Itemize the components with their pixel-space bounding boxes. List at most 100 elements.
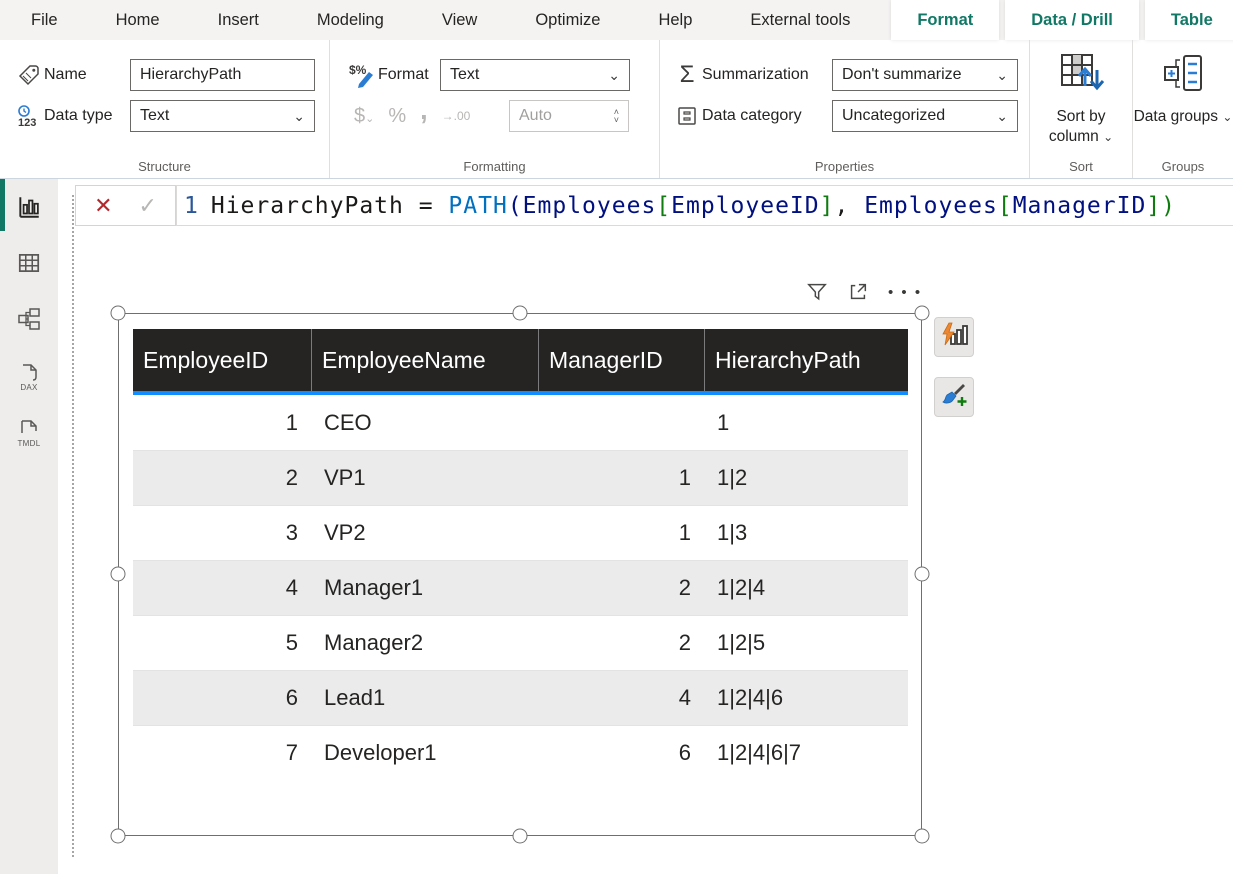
focus-mode-icon[interactable]: [847, 281, 869, 303]
sidebar-item-tmdl-view[interactable]: TMDL: [0, 405, 58, 461]
name-input-value: HierarchyPath: [140, 66, 241, 84]
summarization-dropdown[interactable]: Don't summarize ⌄: [832, 59, 1018, 91]
menu-tab-insert[interactable]: Insert: [195, 0, 282, 40]
chevron-down-icon: ⌄: [1222, 110, 1232, 124]
menu-tab-table[interactable]: Table: [1145, 0, 1233, 40]
formula-token: =: [404, 193, 449, 219]
column-header-managerid[interactable]: ManagerID: [538, 329, 704, 391]
formula-token: ]: [1146, 193, 1161, 219]
sidebar-item-model-view[interactable]: [0, 293, 58, 349]
canvas-boundary: [72, 195, 74, 857]
sort-by-column-button[interactable]: Sort by column ⌄: [1030, 40, 1132, 147]
table-cell: CEO: [311, 410, 538, 436]
table-cell: 1: [538, 520, 704, 546]
table-row[interactable]: 5Manager221|2|5: [133, 615, 908, 670]
analyze-button[interactable]: [934, 317, 974, 357]
data-category-dropdown[interactable]: Uncategorized ⌄: [832, 100, 1018, 132]
table-cell: 4: [538, 685, 704, 711]
spinner-arrows[interactable]: ˄˅: [614, 108, 619, 124]
menu-tab-data-drill[interactable]: Data / Drill: [1005, 0, 1139, 40]
resize-handle-middle-left[interactable]: [111, 567, 126, 582]
name-input[interactable]: HierarchyPath: [130, 59, 315, 91]
table-cell: VP1: [311, 465, 538, 491]
cancel-formula-button[interactable]: ✕: [94, 193, 112, 219]
formula-input[interactable]: 1 HierarchyPath = PATH(Employees[Employe…: [176, 185, 1233, 226]
format-icon: $%: [348, 62, 378, 88]
table-cell: 6: [538, 740, 704, 766]
sidebar-item-report-view[interactable]: [0, 181, 58, 237]
chevron-down-icon: ⌄: [608, 67, 620, 84]
table-cell: 1: [133, 410, 311, 436]
thousands-separator-icon[interactable]: ,: [420, 105, 428, 115]
menu-tab-optimize[interactable]: Optimize: [512, 0, 623, 40]
commit-formula-button[interactable]: ✓: [139, 193, 157, 219]
formula-token: Employees: [864, 193, 998, 219]
data-type-dropdown[interactable]: Text ⌄: [130, 100, 315, 132]
format-dropdown[interactable]: Text ⌄: [440, 59, 630, 91]
model-view-icon: [15, 305, 43, 338]
table-cell: 1|2|5: [704, 630, 908, 656]
table-cell: 1: [704, 410, 908, 436]
report-view-icon: [16, 194, 42, 225]
more-options-icon[interactable]: • • •: [888, 284, 922, 301]
table-cell: 3: [133, 520, 311, 546]
menu-tab-format[interactable]: Format: [891, 0, 999, 40]
table-body: 1CEO12VP111|23VP211|34Manager121|2|45Man…: [133, 395, 908, 780]
data-category-icon: [672, 105, 702, 127]
data-type-value: Text: [140, 107, 169, 125]
filter-icon[interactable]: [806, 281, 828, 303]
decimal-places-icon[interactable]: →.00: [442, 109, 471, 123]
formula-token: ): [1161, 193, 1176, 219]
table-row[interactable]: 1CEO1: [133, 395, 908, 450]
menubar: File Home Insert Modeling View Optimize Help Ex…: [0, 0, 1233, 40]
menu-tab-file[interactable]: File: [8, 0, 81, 40]
percent-icon[interactable]: %: [388, 105, 406, 128]
formula-token: ManagerID: [1013, 193, 1147, 219]
sidebar-item-dax-query-view[interactable]: DAX: [0, 349, 58, 405]
resize-handle-top-right[interactable]: [915, 306, 930, 321]
table-row[interactable]: 3VP211|3: [133, 505, 908, 560]
table-cell: 1: [538, 465, 704, 491]
table-view-icon: [16, 250, 42, 281]
table-cell: 2: [538, 575, 704, 601]
view-sidebar: DAX TMDL: [0, 179, 58, 874]
table-cell: 1|3: [704, 520, 908, 546]
resize-handle-bottom-right[interactable]: [915, 829, 930, 844]
format-add-button[interactable]: [934, 377, 974, 417]
column-header-hierarchypath[interactable]: HierarchyPath: [704, 329, 908, 391]
resize-handle-middle-right[interactable]: [915, 567, 930, 582]
currency-icon[interactable]: $⌄: [354, 105, 374, 128]
table-row[interactable]: 2VP111|2: [133, 450, 908, 505]
table-row[interactable]: 6Lead141|2|4|6: [133, 670, 908, 725]
data-groups-icon: [1159, 50, 1207, 103]
analyze-icon: [940, 321, 968, 354]
menu-tab-modeling[interactable]: Modeling: [294, 0, 407, 40]
resize-handle-bottom-left[interactable]: [111, 829, 126, 844]
table-visual[interactable]: EmployeeIDEmployeeNameManagerIDHierarchy…: [118, 313, 922, 836]
menu-tab-view[interactable]: View: [419, 0, 500, 40]
table-cell: 6: [133, 685, 311, 711]
column-header-employeename[interactable]: EmployeeName: [311, 329, 538, 391]
menu-tab-help[interactable]: Help: [635, 0, 715, 40]
resize-handle-top-center[interactable]: [513, 306, 528, 321]
formula-token: Employees: [523, 193, 657, 219]
table: EmployeeIDEmployeeNameManagerIDHierarchy…: [133, 329, 908, 780]
format-label: Format: [378, 66, 440, 84]
decimal-auto-spinner[interactable]: Auto ˄˅: [509, 100, 629, 132]
table-row[interactable]: 7Developer161|2|4|6|7: [133, 725, 908, 780]
formula-token: EmployeeID: [671, 193, 819, 219]
resize-handle-top-left[interactable]: [111, 306, 126, 321]
table-row[interactable]: 4Manager121|2|4: [133, 560, 908, 615]
column-header-employeeid[interactable]: EmployeeID: [133, 329, 311, 391]
menu-tab-external-tools[interactable]: External tools: [727, 0, 873, 40]
menu-tab-home[interactable]: Home: [93, 0, 183, 40]
table-cell: 2: [538, 630, 704, 656]
data-groups-button[interactable]: Data groups ⌄: [1133, 40, 1233, 127]
resize-handle-bottom-center[interactable]: [513, 829, 528, 844]
table-cell: 1|2|4: [704, 575, 908, 601]
ribbon-group-structure: Name HierarchyPath 123 Data type Text ⌄ …: [0, 40, 330, 178]
sidebar-item-table-view[interactable]: [0, 237, 58, 293]
chevron-down-icon: ⌄: [996, 67, 1008, 84]
line-number: 1: [184, 193, 199, 219]
table-header-row: EmployeeIDEmployeeNameManagerIDHierarchy…: [133, 329, 908, 391]
